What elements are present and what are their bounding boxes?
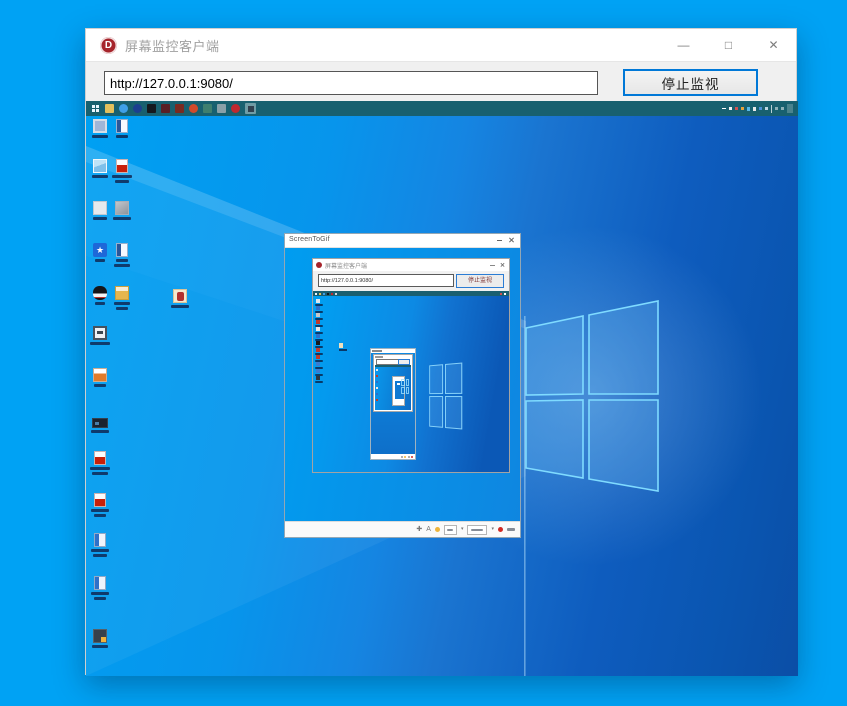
move-region-icon[interactable]: ✚ [416,526,422,533]
window-title: 屏幕监控客户端 [125,36,220,55]
taskbar-active-app-icon[interactable] [245,103,256,114]
nested-lone-icon [339,343,347,351]
tray-icon[interactable] [759,107,762,110]
dropdown-caret-icon[interactable]: ▾ [491,527,494,532]
tray-icon[interactable] [765,107,768,110]
desktop-icon[interactable] [89,451,111,475]
tray-icon[interactable] [747,107,750,111]
desktop-icon[interactable] [169,289,191,308]
taskbar-app-icon[interactable] [133,104,142,113]
record-button[interactable] [498,527,503,532]
remote-screen-view[interactable]: ★ [86,101,798,676]
tray-icon[interactable] [729,107,732,110]
host-desktop: 屏幕监控客户端 — □ ✕ 停止监视 [0,0,847,706]
desktop-icon[interactable] [111,243,133,267]
maximize-icon[interactable]: □ [706,29,751,61]
taskbar-app-icon[interactable] [161,104,170,113]
record-label-smudge [507,528,515,531]
taskbar-app-icon[interactable] [231,104,240,113]
nested-client-title: 屏幕监控客户端 [325,261,367,270]
recorder-minimize-icon[interactable] [497,240,502,241]
titlebar[interactable]: 屏幕监控客户端 — □ ✕ [86,29,796,61]
tray-chevron-icon[interactable] [781,107,784,110]
stop-monitor-button[interactable]: 停止监视 [623,69,758,96]
desktop-icon[interactable] [89,201,111,220]
url-input[interactable] [104,71,598,95]
nested-remote-view [313,291,509,472]
tray-chevron-icon[interactable] [775,107,778,110]
desktop-icon[interactable] [111,119,133,138]
nested-stop-button[interactable]: 停止监视 [456,274,504,288]
toolbar: 停止监视 [86,61,796,101]
desktop-icon[interactable] [111,159,133,183]
system-tray[interactable] [722,101,793,116]
nested-url-input[interactable]: http://127.0.0.1:9080/ [318,274,454,287]
taskbar-app-icon[interactable] [105,104,114,113]
desktop-icon[interactable] [89,533,111,557]
taskbar-app-icon[interactable] [203,104,212,113]
desktop-icon[interactable] [89,418,111,433]
desktop-icon[interactable] [89,326,111,345]
dropdown-caret-icon[interactable]: ▾ [461,527,464,532]
nested-windows-logo [429,362,462,429]
app-logo-icon [100,37,117,54]
recorder-capture-area: 屏幕监控客户端 http://127.0.0.1:9080/ 停止监视 [285,248,520,521]
recorder-titlebar[interactable]: ScreenToGif [285,234,520,248]
tray-separator [771,105,772,113]
size-field[interactable] [467,525,487,535]
desktop-icon[interactable] [89,493,111,517]
desktop-icon[interactable] [89,286,111,305]
pencil-icon[interactable]: A [426,526,431,533]
desktop-icon[interactable] [89,119,111,138]
show-desktop-button[interactable] [787,104,793,113]
tray-icon[interactable] [753,107,756,111]
start-button-icon[interactable] [91,104,100,113]
nested-client-level2 [373,354,413,412]
remote-taskbar[interactable] [86,101,798,116]
recorder-window[interactable]: ScreenToGif 屏幕监控客户端 http [284,233,521,538]
recorder-window-level2 [370,348,416,460]
recorder-toolbar[interactable]: ✚ A ▾ ▾ [285,521,520,537]
desktop-icon[interactable] [89,368,111,387]
nested-icon-grid [315,299,333,383]
close-icon[interactable]: ✕ [751,29,796,61]
nested-close-icon[interactable] [501,263,505,267]
board-icon[interactable] [435,527,440,532]
desktop-icon[interactable] [111,201,133,220]
desktop-icon[interactable]: ★ [89,243,111,262]
taskbar-app-icon[interactable] [189,104,198,113]
fps-field[interactable] [444,525,457,535]
window-controls: — □ ✕ [661,29,796,61]
nested-toolbar: http://127.0.0.1:9080/ 停止监视 [313,271,509,291]
taskbar-app-icon[interactable] [217,104,226,113]
nested-app-logo-icon [316,262,322,268]
minimize-icon[interactable]: — [661,29,706,61]
nested-client-window[interactable]: 屏幕监控客户端 http://127.0.0.1:9080/ 停止监视 [312,258,510,473]
recorder-title: ScreenToGif [289,236,330,243]
nested-minimize-icon[interactable] [490,265,495,266]
desktop-icon[interactable] [89,576,111,600]
taskbar-app-icon[interactable] [175,104,184,113]
taskbar-app-icon[interactable] [119,104,128,113]
desktop-icon[interactable] [111,286,133,310]
app-window: 屏幕监控客户端 — □ ✕ 停止监视 [85,28,797,675]
nested-taskbar [313,291,509,296]
desktop-icon[interactable] [89,159,111,178]
recorder-close-icon[interactable] [509,237,514,242]
nested-client-titlebar: 屏幕监控客户端 [313,259,509,271]
tray-minimize-icon[interactable] [722,108,726,109]
tray-icon[interactable] [741,107,744,110]
tray-icon[interactable] [735,107,738,110]
taskbar-app-icon[interactable] [147,104,156,113]
desktop-icon[interactable] [89,629,111,648]
